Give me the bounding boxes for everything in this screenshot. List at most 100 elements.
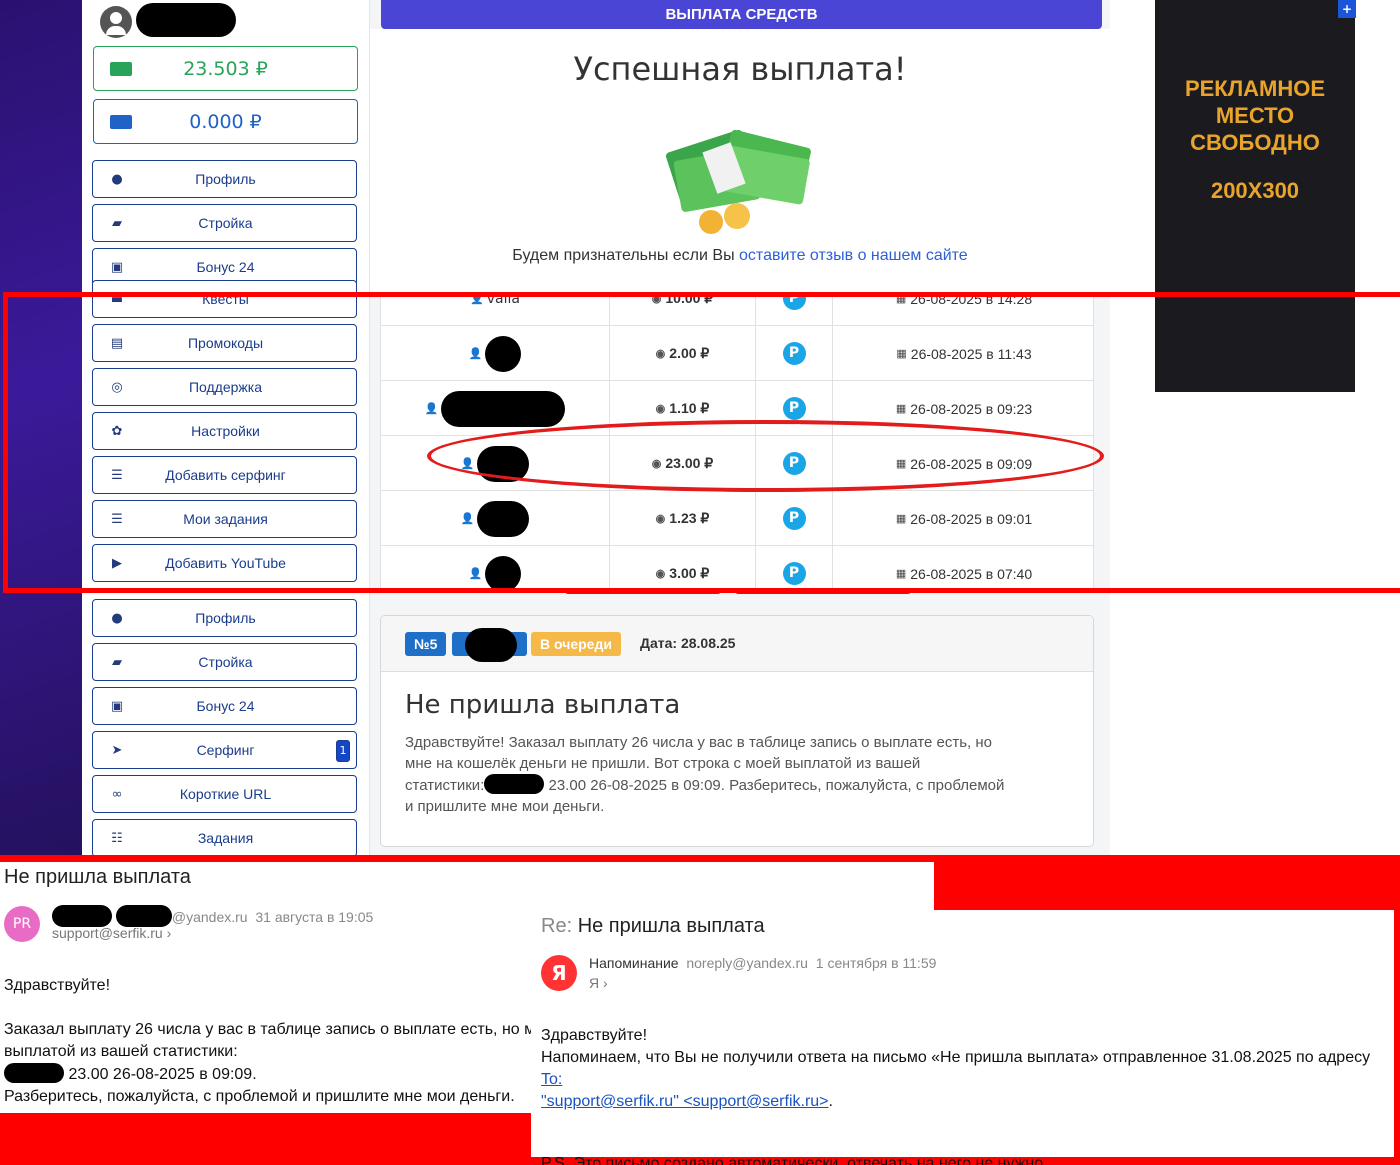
nav-label: Профиль: [195, 171, 256, 187]
ticket-body: Здравствуйте! Заказал выплату 26 числа у…: [405, 732, 1075, 817]
email1-avatar: PR: [4, 906, 40, 942]
credit-card-icon: [110, 114, 132, 129]
ticket-text: статистики:: [405, 777, 485, 794]
cash-icon: [110, 61, 132, 76]
bulldozer-icon: ▰: [112, 654, 122, 670]
user-icon: ●: [111, 610, 123, 626]
email-line: Разберитесь, пожалуйста, с проблемой и п…: [4, 1088, 515, 1105]
money-stack-icon: [665, 129, 811, 234]
ticket-line: мне на кошелёк деньги не пришли. Вот стр…: [405, 755, 921, 772]
ticket-line: Здравствуйте! Заказал выплату 26 числа у…: [405, 734, 993, 751]
email-line: 23.00 26-08-2025 в 09:09.: [4, 1063, 531, 1086]
balance-main-value: 23.503 ₽: [183, 57, 268, 80]
email2-from[interactable]: Напоминание noreply@yandex.ru 1 сентября…: [589, 955, 936, 971]
surfing-count-badge: 1: [336, 740, 350, 762]
nav-profile[interactable]: ● Профиль: [92, 160, 357, 198]
email1-date: 31 августа в 19:05: [255, 909, 374, 925]
nav-label: Бонус 24: [196, 259, 255, 275]
ticket-title: Не пришла выплата: [405, 690, 681, 720]
ad-size: 200X300: [1210, 178, 1300, 203]
nav-surfing[interactable]: ➤ Серфинг 1: [92, 731, 357, 769]
redacted-wallet: [4, 1063, 64, 1083]
email-line: "support@serfik.ru" <support@serfik.ru>.: [541, 1091, 1391, 1113]
email1-to[interactable]: support@serfik.ru ›: [52, 925, 171, 941]
nav-bonus[interactable]: ▣ Бонус 24: [92, 687, 357, 725]
red-band: [1394, 910, 1400, 1165]
email-text: Напоминаем, что Вы не получили ответа на…: [541, 1049, 1371, 1066]
nav-short-url[interactable]: ∞ Короткие URL: [92, 775, 357, 813]
email-text: 23.00 26-08-2025 в 09:09.: [64, 1066, 257, 1083]
feedback-link[interactable]: оставите отзыв о нашем сайте: [739, 247, 968, 264]
nav-tasks[interactable]: ☷ Задания: [92, 819, 357, 857]
feedback-text: Будем признательны если Вы: [512, 247, 735, 264]
bulldozer-icon: ▰: [112, 215, 122, 231]
ticket-date: Дата: 28.08.25: [640, 635, 736, 651]
ad-line: СВОБОДНО: [1190, 130, 1320, 155]
email1-body: Здравствуйте! Заказал выплату 26 числа у…: [4, 975, 531, 1108]
redacted-sender: [115, 905, 172, 927]
highlight-ellipse: [427, 420, 1104, 492]
email1-subject: Не пришла выплата: [4, 866, 191, 888]
email-line: Здравствуйте!: [4, 977, 111, 994]
email-line: Здравствуйте!: [541, 1027, 648, 1044]
ticket-text: 23.00 26-08-2025 в 09:09. Разберитесь, п…: [544, 777, 1005, 794]
ad-line: МЕСТО: [1215, 103, 1295, 128]
sender-name: Напоминание: [589, 955, 679, 971]
email1-from[interactable]: @yandex.ru 31 августа в 19:05: [52, 905, 373, 927]
user-icon: ●: [111, 171, 123, 187]
support-email-link[interactable]: "support@serfik.ru" <support@serfik.ru>: [541, 1093, 829, 1110]
balance-ads-value: 0.000 ₽: [189, 110, 262, 133]
nav-label: Стройка: [198, 654, 253, 670]
ticket-status-badge: В очереди: [531, 632, 621, 656]
nav-label: Стройка: [198, 215, 253, 231]
balance-main[interactable]: 23.503 ₽: [93, 46, 358, 91]
nav-construction[interactable]: ▰ Стройка: [92, 643, 357, 681]
nav-label: Короткие URL: [179, 786, 272, 802]
payout-success-title: Успешная выплата!: [573, 50, 907, 88]
email2-to[interactable]: Я ›: [589, 975, 608, 991]
tasks-icon: ☷: [111, 830, 123, 846]
red-band: [0, 1113, 531, 1165]
yandex-avatar-icon: Я: [541, 955, 577, 991]
redacted-sender: [52, 905, 112, 927]
subject-text: Не пришла выплата: [577, 915, 765, 937]
email-line: Заказал выплату 26 числа у вас в таблице…: [4, 1021, 531, 1038]
nav-construction[interactable]: ▰ Стройка: [92, 204, 357, 242]
email-text: .: [828, 1093, 833, 1110]
nav-profile[interactable]: ● Профиль: [92, 599, 357, 637]
ticket-line: статистики: 23.00 26-08-2025 в 09:09. Ра…: [405, 774, 1075, 796]
ticket-line: и пришлите мне мои деньги.: [405, 798, 605, 815]
redacted-username: [136, 3, 236, 37]
cursor-icon: ➤: [111, 742, 123, 758]
redacted-badge: [465, 628, 517, 662]
link-icon: ∞: [111, 786, 123, 802]
email2-date: 1 сентября в 11:59: [815, 955, 937, 971]
nav-label: Бонус 24: [196, 698, 255, 714]
red-band: [934, 855, 1400, 910]
ad-line: РЕКЛАМНОЕ: [1184, 76, 1326, 101]
email-spacer: [541, 1113, 1391, 1135]
feedback-prompt: Будем признательны если Вы оставите отзы…: [370, 247, 1110, 265]
user-avatar-icon[interactable]: [100, 6, 132, 38]
gift-icon: ▣: [110, 259, 124, 275]
email2-body: Здравствуйте! Напоминаем, что Вы не полу…: [541, 1025, 1391, 1165]
email-line: Напоминаем, что Вы не получили ответа на…: [541, 1047, 1391, 1091]
reply-prefix: Re:: [541, 915, 573, 937]
sender-domain: @yandex.ru: [171, 909, 248, 925]
redacted-wallet: [484, 774, 545, 794]
ad-text: РЕКЛАМНОЕ МЕСТО СВОБОДНО: [1155, 75, 1355, 156]
gift-icon: ▣: [110, 698, 124, 714]
nav-label: Серфинг: [196, 742, 255, 758]
ticket-number-badge: №5: [405, 632, 447, 656]
email-spacer: [4, 997, 531, 1019]
email-line: P.S. Это письмо создано автоматически, о…: [541, 1155, 1048, 1165]
payout-header: ВЫПЛАТА СРЕДСТВ: [381, 0, 1102, 29]
balance-ads[interactable]: 0.000 ₽: [93, 99, 358, 144]
email-line: выплатой из вашей статистики:: [4, 1043, 238, 1060]
nav-label: Профиль: [195, 610, 256, 626]
ad-plus-button[interactable]: +: [1338, 0, 1356, 18]
sender-address: noreply@yandex.ru: [686, 955, 808, 971]
nav-label: Задания: [197, 830, 254, 846]
email-to-link[interactable]: To:: [541, 1071, 562, 1088]
email2-subject: Re: Не пришла выплата: [541, 915, 765, 938]
